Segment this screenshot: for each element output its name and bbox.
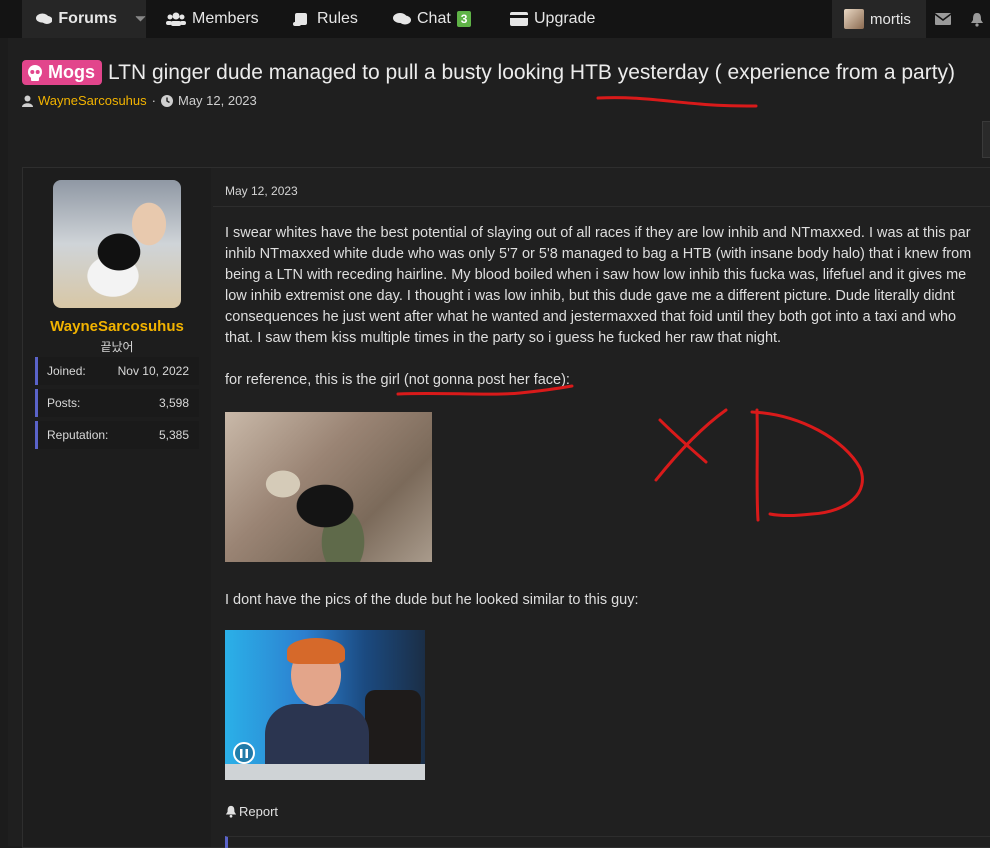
post-date-link[interactable]: May 12, 2023 [225,184,298,198]
thread-prefix-badge[interactable]: Mogs [22,60,102,85]
attached-image-guy[interactable] [225,630,425,780]
stat-label: Joined: [47,364,86,378]
bell-icon [971,12,983,27]
divider [213,206,990,207]
thread-meta: WayneSarcosuhus · May 12, 2023 [22,93,257,108]
stat-value: 3,598 [158,396,189,410]
nav-upgrade-label: Upgrade [534,10,596,27]
user-icon [22,95,33,107]
post-username-link[interactable]: WayneSarcosuhus [23,318,211,335]
chevron-down-icon[interactable] [135,15,146,23]
post-text: I swear whites have the best potential o… [225,223,990,349]
user-stat-joined: Joined: Nov 10, 2022 [35,357,199,385]
stat-value: Nov 10, 2022 [117,364,189,378]
post-text-line: consequences he just went after what he … [225,309,957,325]
alerts-button[interactable] [970,0,990,38]
post-text-line: that. I saw them kiss multiple times in … [225,330,782,346]
account-username: mortis [870,10,911,28]
image-hair [287,638,345,664]
user-avatar[interactable] [53,180,181,308]
post-user-pane: WayneSarcosuhus 끝났어 Joined: Nov 10, 2022… [23,168,211,847]
reference-text: for reference, this is the girl (not gon… [225,372,570,388]
clock-icon [160,94,173,107]
post-text-line: inhib NTmaxxed white dude who was only 5… [225,246,972,262]
top-navigation: Forums Members Rules Chat 3 Upgrade mort… [0,0,990,38]
post-text-line: I swear whites have the best potential o… [225,225,971,241]
report-button[interactable]: Report [225,804,278,819]
pause-icon[interactable] [233,742,255,764]
comments-icon [36,13,53,25]
nav-upgrade-tab[interactable]: Upgrade [510,0,595,38]
thread-prefix-label: Mogs [48,62,95,82]
envelope-icon [935,13,951,25]
image-desk [225,764,425,780]
users-icon [166,12,186,26]
inbox-button[interactable] [926,0,960,38]
credit-card-icon [510,12,528,26]
meta-separator: · [151,93,156,108]
scroll-icon [293,12,307,26]
skull-icon [28,64,42,81]
attached-image-girl[interactable] [225,412,432,562]
thread-title-row: Mogs LTN ginger dude managed to pull a b… [22,60,955,85]
stat-label: Reputation: [47,428,109,442]
post-body: May 12, 2023 I swear whites have the bes… [213,168,990,848]
stat-label: Posts: [47,396,81,410]
post-text-line: being a LTN with receding hairline. My b… [225,267,967,283]
nav-chat-label: Chat [417,10,451,27]
nav-chat-tab[interactable]: Chat 3 [393,0,472,38]
image-chair [365,690,421,770]
stat-value: 5,385 [158,428,189,442]
nav-rules-tab[interactable]: Rules [293,0,358,38]
nav-forums-label: Forums [58,10,118,27]
dude-caption: I dont have the pics of the dude but he … [225,592,639,608]
account-menu[interactable]: mortis [832,0,926,38]
avatar [844,9,864,29]
page-title: LTN ginger dude managed to pull a busty … [108,60,956,84]
user-stat-reputation: Reputation: 5,385 [35,421,199,449]
thread-date-link[interactable]: May 12, 2023 [178,93,257,108]
post-text-line: low inhib extremist one day. I thought i… [225,288,955,304]
chat-count-badge: 3 [456,11,472,27]
bell-icon [225,805,237,818]
user-stat-posts: Posts: 3,598 [35,389,199,417]
nav-rules-label: Rules [317,10,358,27]
report-label: Report [239,804,279,819]
thread-tools-button[interactable] [982,121,990,158]
thread-author-link[interactable]: WayneSarcosuhus [38,93,147,108]
post-footer-bar [225,836,990,848]
chat-icon [393,13,411,25]
nav-members-tab[interactable]: Members [166,0,259,38]
user-title: 끝났어 [100,340,134,354]
nav-members-label: Members [192,10,259,27]
nav-forums-tab[interactable]: Forums [22,0,146,38]
post-message: WayneSarcosuhus 끝났어 Joined: Nov 10, 2022… [22,167,990,848]
